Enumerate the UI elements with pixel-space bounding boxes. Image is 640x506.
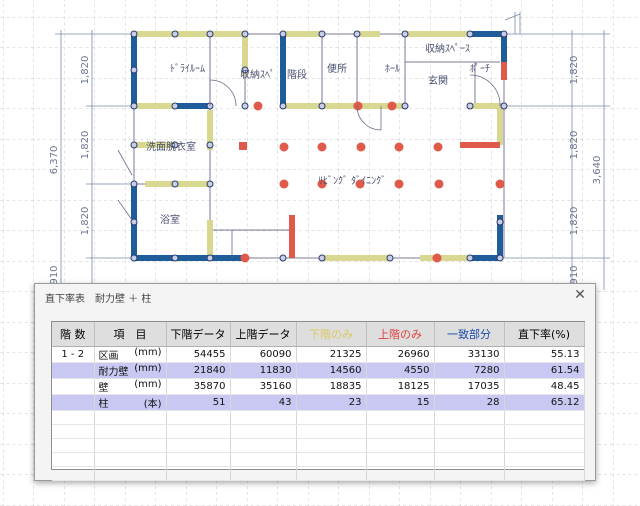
cell-upper: 60090 [230, 346, 297, 363]
room-toilet: 便所 [327, 62, 347, 75]
table-row-empty [52, 410, 585, 425]
room-bath: 浴室 [160, 213, 180, 226]
dim-left-4: 910 [49, 265, 60, 284]
cell-floor [52, 394, 95, 411]
cell-upper-only: 26960 [366, 346, 435, 363]
table-header-row: 階 数 項 目 下階データ 上階データ 下階のみ 上階のみ 一致部分 直下率(%… [52, 322, 585, 347]
header-lower-only[interactable]: 下階のみ [296, 322, 367, 347]
room-dry-room: ﾄﾞﾗｲﾙｰﾑ [170, 63, 205, 75]
cell-match: 17035 [434, 378, 505, 395]
cell-lower-only: 18835 [296, 378, 367, 395]
cell-ratio: 48.45 [504, 378, 585, 395]
item-label: 区画 [98, 351, 119, 362]
room-dressing: 洗面脱衣室 [146, 140, 196, 153]
cell-ratio: 55.13 [504, 346, 585, 363]
dialog-title: 直下率表 耐力壁 ＋ 柱 [45, 294, 152, 305]
cell-lower: 35870 [166, 378, 231, 395]
cell-upper: 11830 [230, 362, 297, 379]
cell-floor [52, 378, 95, 395]
item-unit: (本) [143, 399, 162, 410]
cell-lower: 51 [166, 394, 231, 411]
table-row[interactable]: 耐力壁 (mm) 21840 11830 14560 4550 7280 61.5… [52, 362, 585, 379]
item-unit: (mm) [134, 347, 162, 358]
item-label: 耐力壁 [98, 367, 129, 378]
room-living: ﾘﾋﾞﾝｸﾞ ﾀﾞｲﾆﾝｸﾞ [318, 175, 386, 187]
ratio-table: 階 数 項 目 下階データ 上階データ 下階のみ 上階のみ 一致部分 直下率(%… [52, 322, 585, 481]
header-match[interactable]: 一致部分 [434, 322, 505, 347]
room-storage2: 収納ｽﾍﾟｰｽ [425, 42, 470, 55]
cell-match: 33130 [434, 346, 505, 363]
header-item[interactable]: 項 目 [94, 322, 167, 347]
table-row[interactable]: 柱 (本) 51 43 23 15 28 65.12 [52, 394, 585, 411]
cell-upper: 35160 [230, 378, 297, 395]
cell-upper-only: 4550 [366, 362, 435, 379]
dim-right-1: 1,820 [569, 56, 580, 85]
dim-left-total: 6,370 [49, 146, 60, 175]
dim-right-2: 1,820 [569, 131, 580, 160]
cell-upper-only: 18125 [366, 378, 435, 395]
table-row[interactable]: 1 - 2 区画 (mm) 54455 60090 21325 26960 331… [52, 346, 585, 363]
header-floor[interactable]: 階 数 [52, 322, 95, 347]
cell-match: 28 [434, 394, 505, 411]
cell-item: 区画 (mm) [94, 346, 167, 363]
header-upper-only[interactable]: 上階のみ [366, 322, 435, 347]
item-label: 壁 [98, 383, 109, 394]
header-upper[interactable]: 上階データ [230, 322, 297, 347]
room-entrance: 玄関 [428, 74, 448, 87]
table-row-empty [52, 466, 585, 481]
dim-left-2: 1,820 [80, 131, 91, 160]
ratio-table-panel: 階 数 項 目 下階データ 上階データ 下階のみ 上階のみ 一致部分 直下率(%… [51, 321, 585, 481]
header-ratio[interactable]: 直下率(%) [504, 322, 585, 347]
dim-right-4: 910 [569, 265, 580, 284]
cell-match: 7280 [434, 362, 505, 379]
dim-right-3: 1,820 [569, 207, 580, 236]
cell-ratio: 65.12 [504, 394, 585, 411]
ratio-table-dialog: 直下率表 耐力壁 ＋ 柱 ✕ 階 数 項 目 下階データ 上階データ 下階のみ … [34, 283, 596, 481]
table-row-empty [52, 424, 585, 439]
cell-lower: 21840 [166, 362, 231, 379]
cell-lower-only: 21325 [296, 346, 367, 363]
header-lower[interactable]: 下階データ [166, 322, 231, 347]
room-storage1: 収納ｽﾍﾟ [240, 68, 275, 81]
room-hall: ﾎｰﾙ [385, 63, 400, 75]
cell-upper: 43 [230, 394, 297, 411]
cell-lower: 54455 [166, 346, 231, 363]
item-unit: (mm) [134, 363, 162, 374]
cell-lower-only: 14560 [296, 362, 367, 379]
item-label: 柱 [98, 399, 109, 410]
table-row-empty [52, 452, 585, 467]
cell-item: 耐力壁 (mm) [94, 362, 167, 379]
cell-ratio: 61.54 [504, 362, 585, 379]
table-row-empty [52, 438, 585, 453]
dim-right-total: 3,640 [592, 156, 603, 185]
dim-left-3: 1,820 [80, 207, 91, 236]
close-button[interactable]: ✕ [571, 286, 589, 304]
item-unit: (mm) [134, 379, 162, 390]
room-porch: ﾎﾟｰﾁ [470, 63, 490, 75]
cell-item: 柱 (本) [94, 394, 167, 411]
table-row[interactable]: 壁 (mm) 35870 35160 18835 18125 17035 48.4… [52, 378, 585, 395]
room-stairs: 階段 [287, 68, 307, 81]
cell-item: 壁 (mm) [94, 378, 167, 395]
cell-upper-only: 15 [366, 394, 435, 411]
cell-lower-only: 23 [296, 394, 367, 411]
cell-floor: 1 - 2 [52, 346, 95, 363]
dim-left-1: 1,820 [80, 56, 91, 85]
cell-floor [52, 362, 95, 379]
